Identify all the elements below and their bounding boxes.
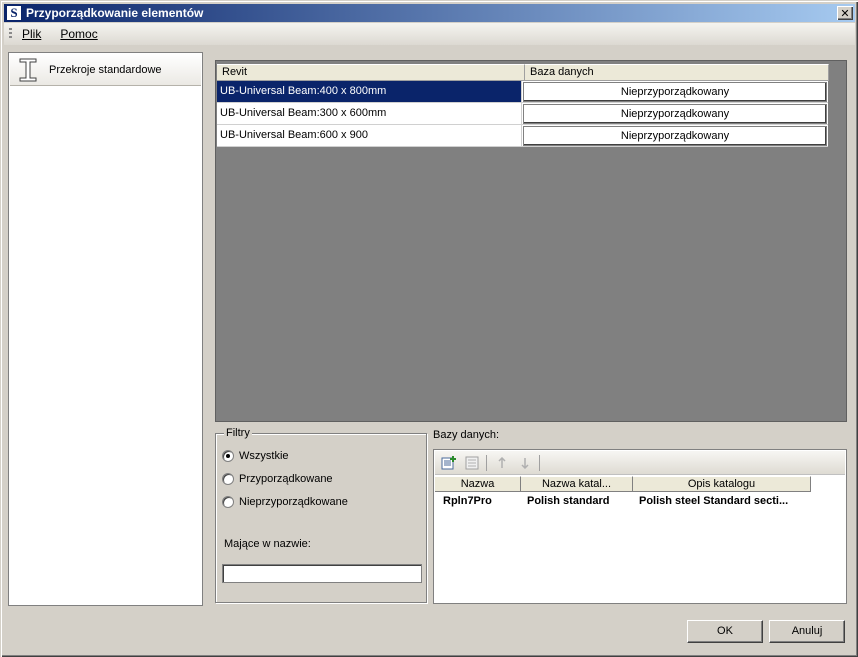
name-filter-label: Mające w nazwie:: [224, 538, 311, 550]
filters-group: Filtry Wszystkie Przyporządkowane Nieprz…: [215, 427, 427, 603]
menu-bar: Plik Pomoc: [4, 23, 855, 45]
title-bar[interactable]: S Przyporządkowanie elementów ✕: [4, 4, 855, 22]
filter-unassigned-label: Nieprzyporządkowane: [239, 496, 348, 508]
toolbar-separator: [539, 454, 540, 471]
column-header-revit[interactable]: Revit: [217, 64, 525, 81]
move-down-icon[interactable]: [516, 454, 534, 472]
databases-panel: Nazwa Nazwa katal... Opis katalogu Rpln7…: [433, 449, 847, 604]
revit-cell[interactable]: UB-Universal Beam:600 x 900: [217, 125, 522, 146]
filter-all-label: Wszystkie: [239, 450, 289, 462]
assign-database-button[interactable]: Nieprzyporządkowany: [523, 125, 827, 146]
remove-database-icon[interactable]: [463, 454, 481, 472]
radio-icon: [222, 473, 234, 485]
window-title: Przyporządkowanie elementów: [26, 6, 204, 20]
sidebar-item-standard-sections[interactable]: Przekroje standardowe: [10, 54, 201, 86]
name-filter-input[interactable]: [222, 564, 422, 583]
table-row[interactable]: UB-Universal Beam:400 x 800mm Nieprzypor…: [217, 81, 828, 103]
filters-title: Filtry: [224, 427, 252, 439]
i-beam-icon: [19, 58, 37, 81]
radio-icon: [222, 450, 234, 462]
menu-file[interactable]: Plik: [22, 27, 41, 41]
database-cell: Nieprzyporządkowany: [522, 125, 828, 146]
table-row[interactable]: UB-Universal Beam:300 x 600mm Nieprzypor…: [217, 103, 828, 125]
revit-cell[interactable]: UB-Universal Beam:400 x 800mm: [217, 81, 522, 102]
sidebar-item-label: Przekroje standardowe: [49, 63, 162, 76]
filter-assigned-label: Przyporządkowane: [239, 473, 333, 485]
database-cell: Nieprzyporządkowany: [522, 103, 828, 124]
revit-cell[interactable]: UB-Universal Beam:300 x 600mm: [217, 103, 522, 124]
column-header-catalog-description[interactable]: Opis katalogu: [633, 476, 811, 492]
databases-header: Nazwa Nazwa katal... Opis katalogu: [435, 476, 811, 492]
databases-toolbar: [435, 451, 845, 475]
ok-button[interactable]: OK: [687, 620, 763, 643]
grid-rows: UB-Universal Beam:400 x 800mm Nieprzypor…: [217, 81, 828, 147]
assign-database-button[interactable]: Nieprzyporządkowany: [523, 103, 827, 124]
category-panel: Przekroje standardowe: [8, 52, 203, 606]
grid-header: Revit Baza danych: [217, 64, 829, 81]
column-header-name[interactable]: Nazwa: [435, 476, 521, 492]
add-database-icon[interactable]: [440, 454, 458, 472]
databases-label: Bazy danych:: [433, 429, 500, 441]
toolbar-separator: [486, 454, 487, 471]
column-header-database[interactable]: Baza danych: [525, 64, 829, 81]
move-up-icon[interactable]: [493, 454, 511, 472]
menu-help-label: Pomoc: [60, 27, 98, 41]
mapping-grid: Revit Baza danych UB-Universal Beam:400 …: [215, 60, 847, 422]
column-header-catalog-name[interactable]: Nazwa katal...: [521, 476, 633, 492]
cancel-button[interactable]: Anuluj: [769, 620, 845, 643]
database-cell: Nieprzyporządkowany: [522, 81, 828, 102]
table-row[interactable]: UB-Universal Beam:600 x 900 Nieprzyporzą…: [217, 125, 828, 147]
app-icon: S: [6, 5, 22, 21]
menu-help[interactable]: Pomoc: [60, 27, 97, 41]
close-button[interactable]: ✕: [837, 6, 853, 20]
radio-icon: [222, 496, 234, 508]
database-description: Polish steel Standard secti...: [639, 495, 789, 507]
database-catalog: Polish standard: [527, 495, 610, 507]
filter-all-radio[interactable]: Wszystkie: [222, 450, 289, 462]
filter-unassigned-radio[interactable]: Nieprzyporządkowane: [222, 496, 348, 508]
database-name: Rpln7Pro: [443, 495, 492, 507]
menu-grip-icon: [9, 28, 12, 40]
menu-file-label: Plik: [22, 27, 42, 41]
assign-database-button[interactable]: Nieprzyporządkowany: [523, 81, 827, 102]
dialog-window: S Przyporządkowanie elementów ✕ Plik Pom…: [0, 0, 858, 657]
filter-assigned-radio[interactable]: Przyporządkowane: [222, 473, 333, 485]
database-row[interactable]: Rpln7Pro Polish standard Polish steel St…: [435, 493, 843, 509]
